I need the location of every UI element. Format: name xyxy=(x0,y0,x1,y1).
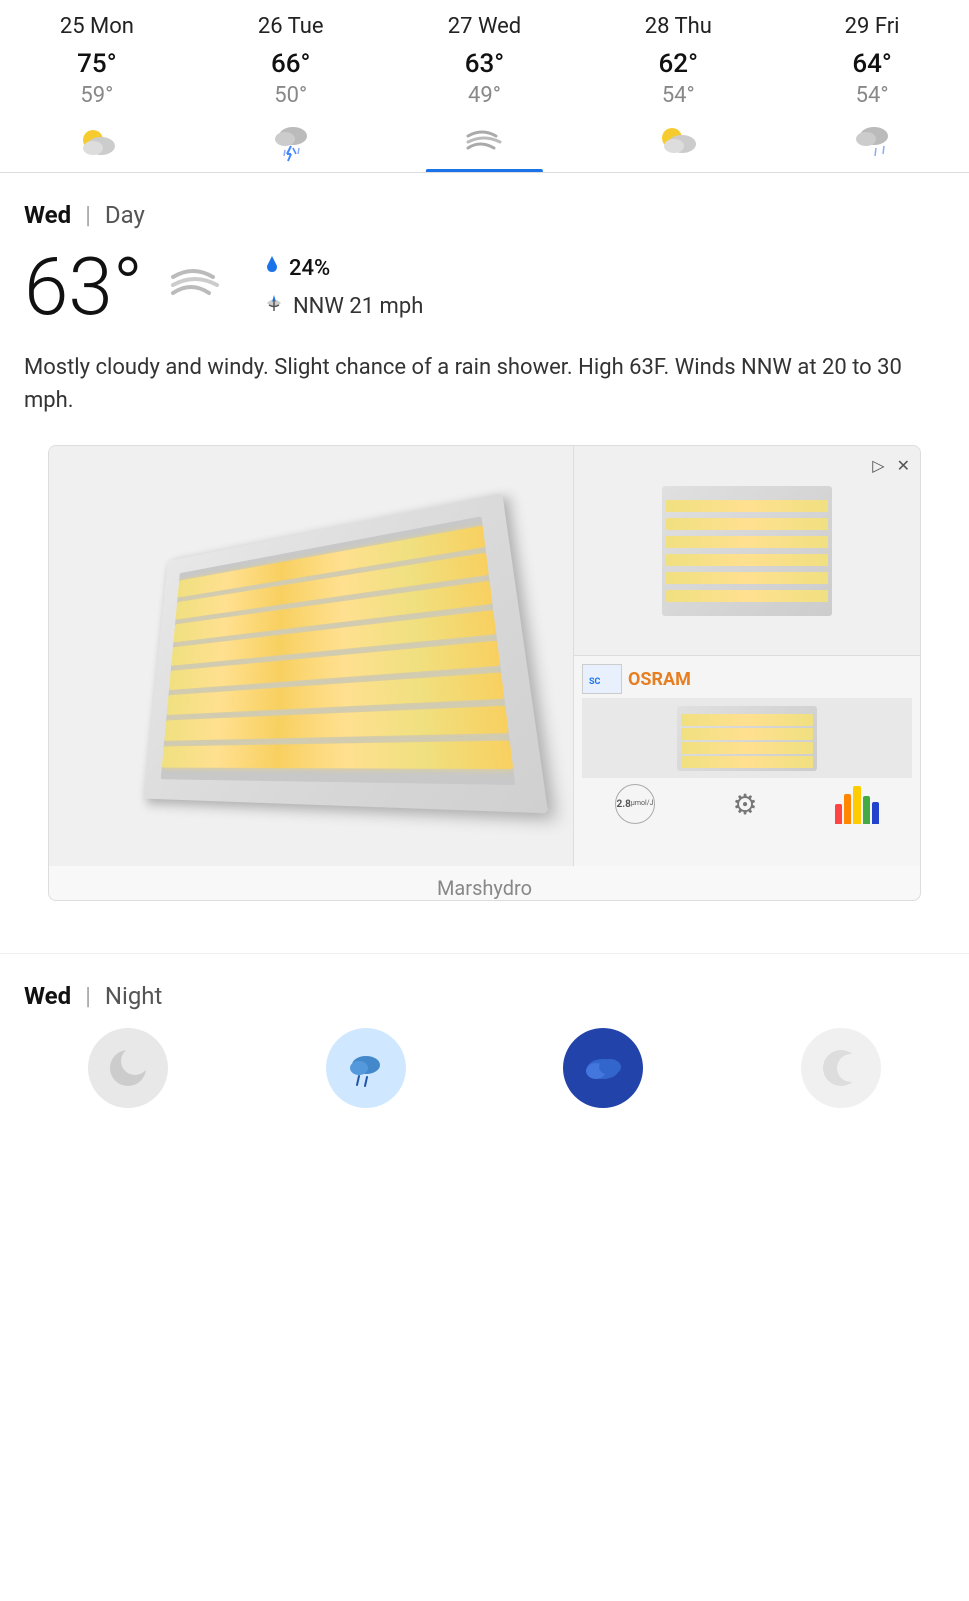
wind-label: NNW 21 mph xyxy=(293,294,423,319)
wind-stat: NNW 21 mph xyxy=(263,292,423,320)
big-temperature: 63° xyxy=(24,247,143,327)
svg-text:SC: SC xyxy=(589,677,601,687)
ad-badges: 2.8 µmol/J ⚙ xyxy=(582,784,912,824)
ad-brand-logo: SC xyxy=(582,664,622,694)
rain-icon xyxy=(263,254,281,282)
temp-low-fri: 54° xyxy=(856,83,889,108)
night-icon-moon xyxy=(88,1028,168,1108)
ad-container: ▷ ✕ xyxy=(48,445,921,901)
night-circle-phase xyxy=(801,1028,881,1108)
day-selector: 25 Mon 75° 59° 26 Tue 66° 50° xyxy=(0,0,969,173)
night-circle-moon xyxy=(88,1028,168,1108)
detail-period-header: Wed | Day xyxy=(24,201,945,229)
weather-icon-wed xyxy=(459,118,509,162)
detail-day: Wed xyxy=(24,201,71,229)
weather-description: Mostly cloudy and windy. Slight chance o… xyxy=(24,351,945,417)
temp-low-mon: 59° xyxy=(80,83,113,108)
ad-inner: ▷ ✕ xyxy=(49,446,920,866)
led-panel-small-top xyxy=(662,486,832,616)
ad-close-button[interactable]: ✕ xyxy=(895,454,912,478)
ad-side: ▷ ✕ xyxy=(574,446,920,866)
led-panel-small-bottom xyxy=(677,706,817,771)
day-col-mon[interactable]: 25 Mon 75° 59° xyxy=(0,0,194,172)
day-col-fri[interactable]: 29 Fri 64° 54° xyxy=(775,0,969,172)
ad-side-bottom: SC OSRAM xyxy=(574,656,920,866)
temp-high-thu: 62° xyxy=(659,49,699,79)
day-label-thu: 28 Thu xyxy=(645,14,712,39)
led-panel-large xyxy=(144,493,549,813)
night-day: Wed xyxy=(24,982,71,1010)
detail-section: Wed | Day 63° 24% xyxy=(0,173,969,953)
day-label-fri: 29 Fri xyxy=(845,14,900,39)
weather-icon-tue xyxy=(266,118,316,162)
temp-low-tue: 50° xyxy=(274,83,307,108)
ad-brand-row: SC OSRAM xyxy=(582,664,912,694)
wind-icon xyxy=(163,257,223,317)
ad-main-image[interactable] xyxy=(49,446,574,866)
night-icons-row xyxy=(24,1028,945,1108)
night-icon-cloud xyxy=(563,1028,643,1108)
ad-side-top-image[interactable] xyxy=(574,446,920,656)
temp-high-tue: 66° xyxy=(271,49,311,79)
ad-badge-value: 2.8 µmol/J xyxy=(615,784,655,824)
day-label-wed: 27 Wed xyxy=(448,14,521,39)
temp-high-fri: 64° xyxy=(852,49,892,79)
night-icon-phase xyxy=(801,1028,881,1108)
precip-stat: 24% xyxy=(263,254,423,282)
weather-icon-mon xyxy=(72,118,122,162)
ad-badge-gear: ⚙ xyxy=(725,784,765,824)
detail-period: Day xyxy=(105,201,145,229)
night-circle-cloud xyxy=(563,1028,643,1108)
night-header: Wed | Night xyxy=(24,982,945,1010)
temp-low-wed: 49° xyxy=(468,83,501,108)
day-label-tue: 26 Tue xyxy=(258,14,324,39)
weather-icon-thu xyxy=(653,118,703,162)
day-label-mon: 25 Mon xyxy=(60,14,134,39)
temp-high-wed: 63° xyxy=(465,49,505,79)
temp-high-mon: 75° xyxy=(77,49,117,79)
detail-main-row: 63° 24% xyxy=(24,247,945,327)
day-col-thu[interactable]: 28 Thu 62° 54° xyxy=(581,0,775,172)
weather-icon-fri xyxy=(847,118,897,162)
ad-caption: Marshydro xyxy=(49,876,920,900)
ad-side-bottom-image[interactable] xyxy=(582,698,912,778)
night-circle-rain xyxy=(326,1028,406,1108)
precip-value: 24% xyxy=(289,256,330,281)
wind-dir-icon xyxy=(263,292,285,320)
temp-low-thu: 54° xyxy=(662,83,695,108)
night-period: Night xyxy=(105,982,163,1010)
detail-stats: 24% NNW 21 mph xyxy=(263,254,423,320)
ad-play-button[interactable]: ▷ xyxy=(870,454,886,478)
night-section: Wed | Night xyxy=(0,953,969,1128)
day-col-wed[interactable]: 27 Wed 63° 49° xyxy=(388,0,582,172)
day-col-tue[interactable]: 26 Tue 66° 50° xyxy=(194,0,388,172)
night-icon-rain xyxy=(326,1028,406,1108)
ad-controls: ▷ ✕ xyxy=(870,454,912,478)
ad-badge-chart xyxy=(835,784,879,824)
ad-brand-name: OSRAM xyxy=(628,669,691,690)
